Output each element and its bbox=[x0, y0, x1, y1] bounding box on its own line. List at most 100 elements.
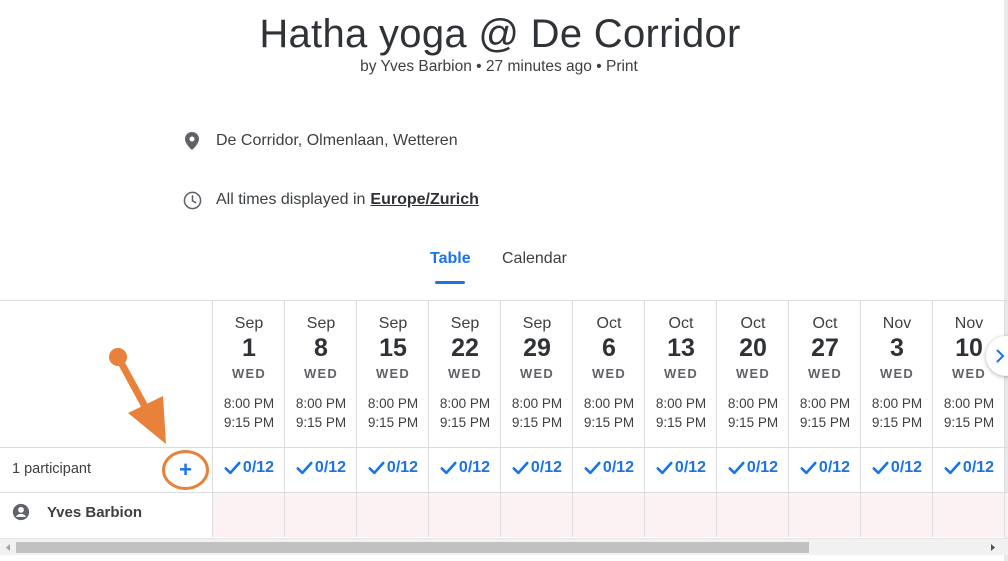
date-day: 15 bbox=[379, 334, 407, 362]
date-column-header: Sep 29 WED 8:00 PM 9:15 PM bbox=[501, 301, 573, 447]
count-text: 0/12 bbox=[746, 459, 779, 476]
created-time: 27 minutes ago bbox=[485, 58, 592, 75]
tab-calendar[interactable]: Calendar bbox=[502, 250, 567, 268]
check-icon bbox=[584, 461, 601, 475]
participants-count: 1 participant bbox=[12, 461, 91, 477]
date-weekday: WED bbox=[520, 366, 554, 381]
availability-count[interactable]: 0/12 bbox=[357, 459, 429, 477]
count-text: 0/12 bbox=[242, 459, 275, 476]
start-time: 8:00 PM bbox=[655, 396, 707, 411]
start-time: 8:00 PM bbox=[871, 396, 923, 411]
date-month: Sep bbox=[450, 315, 480, 332]
end-time: 9:15 PM bbox=[511, 415, 563, 430]
check-icon bbox=[656, 461, 673, 475]
plus-icon: + bbox=[179, 457, 192, 482]
start-time: 8:00 PM bbox=[727, 396, 779, 411]
start-time: 8:00 PM bbox=[943, 396, 995, 411]
date-column-header: Sep 15 WED 8:00 PM 9:15 PM bbox=[357, 301, 429, 447]
date-month: Nov bbox=[882, 315, 912, 332]
timezone-link[interactable]: Europe/Zurich bbox=[370, 191, 478, 209]
date-day: 3 bbox=[890, 334, 904, 362]
count-text: 0/12 bbox=[386, 459, 419, 476]
date-weekday: WED bbox=[592, 366, 626, 381]
check-icon bbox=[872, 461, 889, 475]
horizontal-scrollbar[interactable] bbox=[0, 538, 1008, 555]
start-time: 8:00 PM bbox=[367, 396, 419, 411]
timezone-row: All times displayed in Europe/Zurich bbox=[182, 188, 479, 212]
timezone-prefix: All times displayed in bbox=[216, 191, 366, 208]
count-text: 0/12 bbox=[890, 459, 923, 476]
unavailable-cells bbox=[213, 493, 1008, 537]
scroll-right-arrow-icon[interactable] bbox=[988, 542, 998, 553]
scroll-left-arrow-icon[interactable] bbox=[3, 542, 13, 553]
end-time: 9:15 PM bbox=[583, 415, 635, 430]
date-weekday: WED bbox=[232, 366, 266, 381]
tab-table[interactable]: Table bbox=[430, 250, 471, 268]
count-text: 0/12 bbox=[818, 459, 851, 476]
table-divider bbox=[0, 447, 1008, 448]
participant-name: Yves Barbion bbox=[47, 503, 143, 521]
date-column-header: Oct 6 WED 8:00 PM 9:15 PM bbox=[573, 301, 645, 447]
availability-count[interactable]: 0/12 bbox=[573, 459, 645, 477]
view-tabs: Table Calendar bbox=[0, 248, 1000, 286]
date-weekday: WED bbox=[736, 366, 770, 381]
date-month: Nov bbox=[954, 315, 984, 332]
date-month: Sep bbox=[306, 315, 336, 332]
start-time: 8:00 PM bbox=[439, 396, 491, 411]
check-icon bbox=[224, 461, 241, 475]
date-month: Sep bbox=[378, 315, 408, 332]
end-time: 9:15 PM bbox=[367, 415, 419, 430]
end-time: 9:15 PM bbox=[439, 415, 491, 430]
count-text: 0/12 bbox=[962, 459, 995, 476]
availability-count[interactable]: 0/12 bbox=[285, 459, 357, 477]
date-weekday: WED bbox=[304, 366, 338, 381]
date-day: 13 bbox=[667, 334, 695, 362]
meta-separator: • bbox=[476, 58, 482, 75]
date-day: 29 bbox=[523, 334, 551, 362]
availability-count[interactable]: 0/12 bbox=[645, 459, 717, 477]
availability-count[interactable]: 0/12 bbox=[717, 459, 789, 477]
map-pin-icon bbox=[182, 131, 202, 151]
start-time: 8:00 PM bbox=[223, 396, 275, 411]
active-tab-indicator bbox=[435, 281, 465, 284]
date-weekday: WED bbox=[376, 366, 410, 381]
scrollbar-thumb[interactable] bbox=[16, 542, 809, 553]
end-time: 9:15 PM bbox=[943, 415, 995, 430]
availability-count[interactable]: 0/12 bbox=[213, 459, 285, 477]
date-weekday: WED bbox=[880, 366, 914, 381]
date-column-header: Sep 22 WED 8:00 PM 9:15 PM bbox=[429, 301, 501, 447]
location-row: De Corridor, Olmenlaan, Wetteren bbox=[182, 129, 458, 153]
date-column-header: Oct 20 WED 8:00 PM 9:15 PM bbox=[717, 301, 789, 447]
start-time: 8:00 PM bbox=[295, 396, 347, 411]
end-time: 9:15 PM bbox=[223, 415, 275, 430]
table-divider bbox=[0, 492, 1008, 493]
date-column-header: Nov 3 WED 8:00 PM 9:15 PM bbox=[861, 301, 933, 447]
count-text: 0/12 bbox=[458, 459, 491, 476]
poll-meta: by Yves Barbion • 27 minutes ago • Print bbox=[0, 58, 998, 76]
date-month: Oct bbox=[668, 315, 694, 332]
page-title: Hatha yoga @ De Corridor bbox=[259, 12, 741, 56]
availability-count[interactable]: 0/12 bbox=[933, 459, 1005, 477]
date-column-header: Nov 10 WED 8:00 PM 9:15 PM bbox=[933, 301, 1005, 447]
end-time: 9:15 PM bbox=[727, 415, 779, 430]
count-text: 0/12 bbox=[314, 459, 347, 476]
check-icon bbox=[800, 461, 817, 475]
availability-count[interactable]: 0/12 bbox=[501, 459, 573, 477]
start-time: 8:00 PM bbox=[511, 396, 563, 411]
date-weekday: WED bbox=[664, 366, 698, 381]
check-icon bbox=[944, 461, 961, 475]
availability-count[interactable]: 0/12 bbox=[429, 459, 501, 477]
date-day: 6 bbox=[602, 334, 616, 362]
chevron-right-icon bbox=[996, 349, 1005, 363]
date-day: 1 bbox=[242, 334, 256, 362]
print-link[interactable]: Print bbox=[606, 58, 638, 75]
date-weekday: WED bbox=[448, 366, 482, 381]
add-participant-button[interactable]: + bbox=[162, 450, 209, 490]
end-time: 9:15 PM bbox=[655, 415, 707, 430]
poll-table: Sep 1 WED 8:00 PM 9:15 PM 0/12 Sep 8 WED 8:00 PM 9… bbox=[0, 300, 1008, 537]
location-text: De Corridor, Olmenlaan, Wetteren bbox=[216, 132, 458, 149]
availability-count[interactable]: 0/12 bbox=[789, 459, 861, 477]
date-month: Sep bbox=[522, 315, 552, 332]
availability-count[interactable]: 0/12 bbox=[861, 459, 933, 477]
participant-row: Yves Barbion bbox=[12, 503, 142, 521]
